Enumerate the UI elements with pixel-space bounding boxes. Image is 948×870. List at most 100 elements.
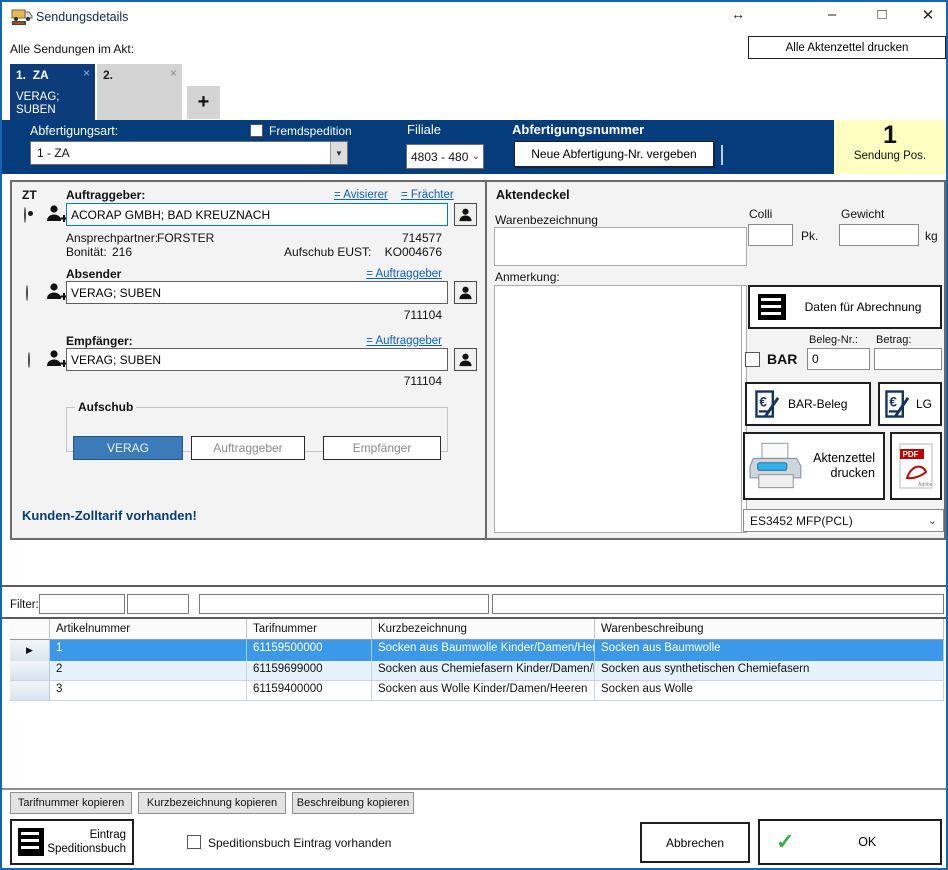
panel-divider: [485, 182, 487, 538]
cell-tarifnummer[interactable]: 61159699000: [247, 661, 372, 680]
resize-icon[interactable]: ↔: [724, 6, 752, 22]
lg-button[interactable]: € LG: [878, 382, 942, 426]
cell-tarifnummer[interactable]: 61159500000: [247, 640, 372, 661]
empfaenger-input[interactable]: [66, 348, 448, 371]
cancel-button[interactable]: Abbrechen: [640, 822, 750, 863]
zolltarif-note: Kunden-Zolltarif vorhanden!: [22, 508, 197, 523]
col-tarifnummer[interactable]: Tarifnummer: [247, 619, 372, 640]
filter-input-2[interactable]: [127, 594, 189, 614]
auftraggeber-radio[interactable]: [24, 207, 26, 223]
filter-input-3[interactable]: [199, 594, 489, 614]
sped-label-2: Speditionsbuch: [47, 843, 126, 855]
bar-checkbox[interactable]: [745, 352, 760, 367]
add-contact-icon[interactable]: [46, 204, 68, 227]
close-button[interactable]: ✕: [914, 6, 942, 24]
add-tab-button[interactable]: +: [187, 86, 220, 119]
sendungsdetails-window: Sendungsdetails ↔ – □ ✕ Alle Sendungen i…: [0, 0, 948, 870]
aufschub-auftraggeber-button[interactable]: Auftraggeber: [191, 436, 305, 460]
filter-input-4[interactable]: [492, 594, 944, 614]
daten-abrechnung-button[interactable]: Daten für Abrechnung: [748, 285, 942, 329]
avisierer-link[interactable]: = Avisierer: [334, 189, 388, 201]
aktendeckel-title: Aktendeckel: [496, 188, 570, 202]
empfaenger-radio[interactable]: [28, 352, 30, 368]
aktenzettel-label-1: Aktenzettel: [813, 451, 875, 465]
row-selector-cell[interactable]: [10, 681, 50, 700]
pdf-button[interactable]: PDF Adobe: [890, 432, 942, 500]
abfertigungsart-dropdown[interactable]: 1 - ZA ▼: [30, 141, 348, 165]
dropdown-arrow-icon[interactable]: ▼: [330, 142, 347, 164]
cell-artikelnummer[interactable]: 1: [50, 640, 247, 661]
cell-artikelnummer[interactable]: 3: [50, 681, 247, 700]
filiale-select[interactable]: 4803 - 480 ⌄: [406, 144, 484, 169]
print-all-aktenzettel-button[interactable]: Alle Aktenzettel drucken: [748, 36, 946, 59]
minimize-button[interactable]: –: [818, 6, 846, 23]
billing-divider: [741, 285, 742, 533]
row-selector-cell[interactable]: [10, 661, 50, 680]
copy-tarifnummer-button[interactable]: Tarifnummer kopieren: [10, 792, 132, 814]
pdf-icon: PDF Adobe: [899, 443, 933, 489]
auftraggeber-contacts-button[interactable]: [454, 203, 477, 226]
betrag-input[interactable]: [874, 348, 942, 370]
absender-radio[interactable]: [26, 285, 28, 301]
row-selector-cell[interactable]: ▶: [10, 640, 50, 661]
warenbezeichnung-textarea[interactable]: [494, 227, 747, 266]
all-shipments-label: Alle Sendungen im Akt:: [10, 42, 134, 56]
tab2-close-icon[interactable]: ×: [170, 66, 177, 80]
bonitaet-label: Bonität:: [66, 245, 107, 259]
copy-beschreibung-button[interactable]: Beschreibung kopieren: [292, 792, 414, 814]
zt-label: ZT: [22, 188, 37, 202]
gewicht-input[interactable]: [839, 224, 919, 246]
absender-auftraggeber-link[interactable]: = Auftraggeber: [366, 268, 442, 280]
absender-input[interactable]: [66, 281, 448, 304]
add-contact-icon[interactable]: [46, 282, 68, 305]
warenbezeichnung-label: Warenbezeichnung: [495, 213, 598, 227]
cell-kurzbezeichnung[interactable]: Socken aus Baumwolle Kinder/Damen/Herren: [372, 640, 595, 661]
col-warenbeschreibung[interactable]: Warenbeschreibung: [595, 619, 944, 640]
eintrag-speditionsbuch-button[interactable]: Eintrag Speditionsbuch: [10, 819, 134, 865]
table-row[interactable]: 3 61159400000 Socken aus Wolle Kinder/Da…: [10, 681, 944, 701]
add-contact-icon[interactable]: [46, 349, 68, 372]
cell-warenbeschreibung[interactable]: Socken aus Baumwolle: [595, 640, 944, 661]
anmerkung-textarea[interactable]: [494, 285, 747, 533]
cell-artikelnummer[interactable]: 2: [50, 661, 247, 680]
empfaenger-contacts-button[interactable]: [454, 348, 477, 371]
col-kurzbezeichnung[interactable]: Kurzbezeichnung: [372, 619, 595, 640]
cell-tarifnummer[interactable]: 61159400000: [247, 681, 372, 700]
articles-table: Artikelnummer Tarifnummer Kurzbezeichnun…: [10, 619, 944, 701]
cell-warenbeschreibung[interactable]: Socken aus Wolle: [595, 681, 944, 700]
ok-label: OK: [794, 835, 940, 849]
neue-abfertigung-nr-button[interactable]: Neue Abfertigung-Nr. vergeben: [514, 141, 714, 167]
beleg-nr-input[interactable]: [807, 348, 870, 370]
colli-input[interactable]: [748, 224, 793, 246]
main-panels: ZT Auftraggeber: = Avisierer = Frächter …: [10, 180, 946, 540]
tab-shipment-1[interactable]: 1. ZA × VERAG; SUBEN: [10, 64, 95, 120]
cell-kurzbezeichnung[interactable]: Socken aus Wolle Kinder/Damen/Heeren: [372, 681, 595, 700]
tab-shipment-2[interactable]: 2. ×: [97, 64, 182, 120]
fremdspedition-checkbox[interactable]: [250, 124, 263, 137]
absender-contacts-button[interactable]: [454, 281, 477, 304]
cell-warenbeschreibung[interactable]: Socken aus synthetischen Chemiefasern: [595, 661, 944, 680]
col-artikelnummer[interactable]: Artikelnummer: [50, 619, 247, 640]
fraechter-link[interactable]: = Frächter: [401, 189, 454, 201]
printer-select[interactable]: ES3452 MFP(PCL) ⌄: [743, 509, 944, 532]
aufschub-empfaenger-button[interactable]: Empfänger: [323, 436, 441, 460]
empfaenger-auftraggeber-link[interactable]: = Auftraggeber: [366, 335, 442, 347]
copy-kurzbezeichnung-button[interactable]: Kurzbezeichnung kopieren: [138, 792, 286, 814]
aufschub-verag-button[interactable]: VERAG: [73, 436, 183, 460]
auftraggeber-input[interactable]: [66, 203, 448, 226]
speditionsbuch-checkbox[interactable]: [187, 835, 201, 849]
table-row[interactable]: 2 61159699000 Socken aus Chemiefasern Ki…: [10, 661, 944, 681]
cell-kurzbezeichnung[interactable]: Socken aus Chemiefasern Kinder/Damen/Hee…: [372, 661, 595, 680]
ok-button[interactable]: ✓ OK: [758, 819, 942, 865]
tab1-close-icon[interactable]: ×: [83, 66, 90, 80]
window-title: Sendungsdetails: [36, 10, 128, 24]
aktenzettel-drucken-button[interactable]: Aktenzettel drucken: [743, 432, 885, 500]
svg-text:PDF: PDF: [903, 450, 919, 459]
table-row[interactable]: ▶ 1 61159500000 Socken aus Baumwolle Kin…: [10, 640, 944, 661]
maximize-button[interactable]: □: [868, 6, 896, 23]
auftraggeber-nr: 714577: [402, 231, 442, 245]
filter-input-1[interactable]: [39, 594, 125, 614]
bar-beleg-button[interactable]: € BAR-Beleg: [745, 382, 871, 426]
title-bar: Sendungsdetails ↔ – □ ✕: [2, 2, 946, 32]
tab1-line3: SUBEN: [16, 104, 89, 117]
